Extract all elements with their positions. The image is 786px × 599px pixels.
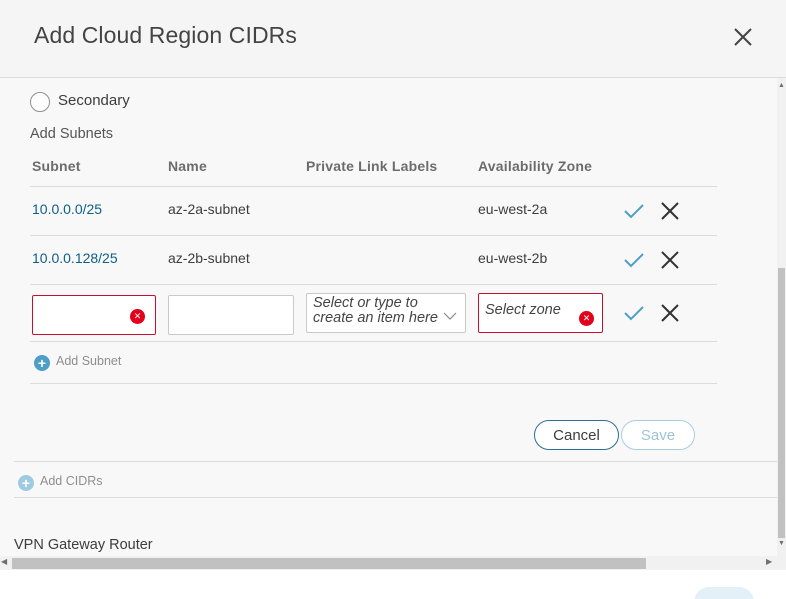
new-row-cancel-x-icon[interactable] — [659, 302, 681, 324]
add-cidrs-plus-icon[interactable]: + — [18, 475, 34, 491]
row-2-availability-zone: eu-west-2b — [478, 250, 548, 266]
zone-error-icon: ✕ — [579, 311, 594, 326]
close-dialog-button[interactable] — [730, 24, 756, 50]
column-header-subnet: Subnet — [32, 158, 81, 174]
divider — [30, 383, 717, 384]
scroll-right-arrow-icon[interactable]: ▶ — [766, 557, 772, 566]
row-2-name: az-2b-subnet — [168, 250, 250, 266]
divider — [30, 186, 717, 187]
dialog-content[interactable]: Secondary Add Subnets Subnet Name Privat… — [0, 78, 777, 556]
row-1-name: az-2a-subnet — [168, 201, 250, 217]
divider — [30, 235, 717, 236]
add-subnets-label: Add Subnets — [30, 126, 114, 142]
row-2-confirm-check-icon[interactable] — [623, 251, 645, 269]
divider — [14, 497, 777, 498]
scroll-left-arrow-icon[interactable]: ◀ — [1, 557, 7, 566]
chevron-down-icon — [443, 312, 457, 320]
row-1-delete-x-icon[interactable] — [659, 200, 681, 222]
private-link-labels-placeholder: Select or type to create an item here — [313, 295, 438, 326]
scroll-up-arrow-icon[interactable]: ▲ — [778, 82, 785, 89]
secondary-radio-label: Secondary — [58, 92, 130, 109]
vpn-gateway-router-label: VPN Gateway Router — [14, 537, 153, 553]
save-button[interactable]: Save — [621, 420, 695, 450]
secondary-radio[interactable] — [30, 92, 50, 112]
column-header-name: Name — [168, 158, 207, 174]
column-header-availability-zone: Availability Zone — [478, 158, 593, 174]
dialog-title: Add Cloud Region CIDRs — [34, 22, 297, 48]
add-subnet-plus-icon[interactable]: + — [34, 355, 50, 371]
new-row-confirm-check-icon[interactable] — [623, 304, 645, 322]
availability-zone-placeholder: Select zone — [485, 302, 561, 318]
subnet-error-icon: ✕ — [130, 309, 145, 324]
vertical-scrollbar-thumb[interactable] — [778, 268, 785, 538]
divider — [30, 341, 717, 342]
dialog-footer — [0, 570, 786, 599]
dialog-header: Add Cloud Region CIDRs — [0, 0, 786, 78]
cancel-button[interactable]: Cancel — [534, 420, 619, 450]
private-link-labels-select[interactable]: Select or type to create an item here — [306, 293, 466, 333]
row-2-delete-x-icon[interactable] — [659, 249, 681, 271]
scrollbar-corner — [777, 556, 786, 570]
add-cidrs-link[interactable]: Add CIDRs — [40, 474, 103, 488]
divider — [30, 284, 717, 285]
add-subnet-link[interactable]: Add Subnet — [56, 354, 121, 368]
scroll-down-arrow-icon[interactable]: ▼ — [778, 540, 785, 547]
row-1-confirm-check-icon[interactable] — [623, 202, 645, 220]
horizontal-scrollbar-thumb[interactable] — [12, 558, 646, 569]
footer-button[interactable] — [694, 587, 754, 599]
row-2-subnet[interactable]: 10.0.0.128/25 — [32, 250, 118, 266]
column-header-private-link-labels: Private Link Labels — [306, 158, 438, 174]
divider — [14, 461, 777, 462]
new-name-input[interactable] — [168, 295, 294, 335]
row-1-subnet[interactable]: 10.0.0.0/25 — [32, 201, 102, 217]
row-1-availability-zone: eu-west-2a — [478, 201, 548, 217]
close-icon — [734, 28, 752, 46]
